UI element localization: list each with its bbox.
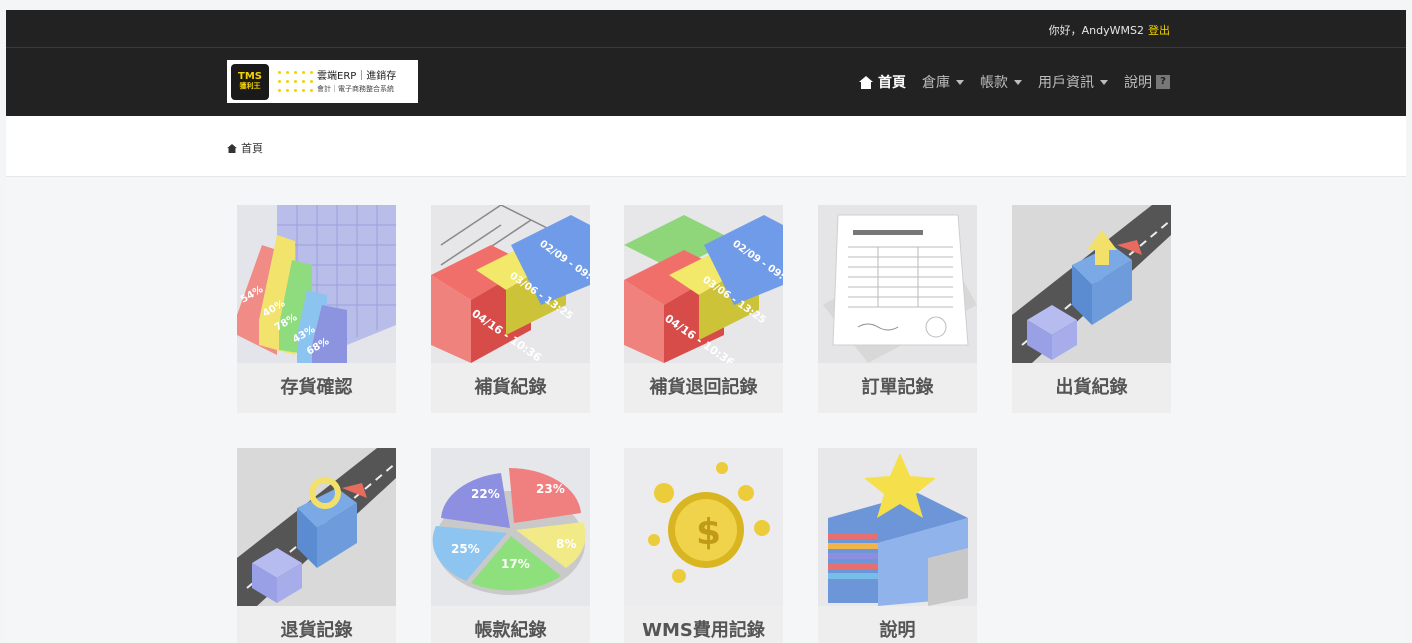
tile-replenish-return-record[interactable]: 04/16 - 10:36 03/06 - 13:25 02/09 - 09:4… (624, 205, 783, 413)
help-question-icon: ? (1156, 75, 1170, 89)
tile-accounts-record[interactable]: 22% 23% 25% 17% 8% 帳款紀錄 (431, 448, 590, 643)
tile-return-record[interactable]: 退貨記錄 (237, 448, 396, 643)
nav-label-warehouse: 倉庫 (922, 75, 950, 91)
logout-link[interactable]: 登出 (1148, 22, 1170, 38)
tile-label: 訂單記錄 (861, 377, 934, 398)
caret-down-icon (956, 79, 964, 85)
tile-label: WMS費用記錄 (642, 620, 765, 641)
tile-label: 退貨記錄 (280, 620, 353, 641)
nav-label-help: 說明 (1124, 75, 1152, 91)
home-icon (227, 143, 237, 153)
svg-text:22%: 22% (471, 487, 500, 501)
nav-item-accounts[interactable]: 帳款 (980, 72, 1022, 92)
main-navbar: TMS 獲利王 雲端ERP｜進銷存 會計｜電子商務整合系統 首頁 倉庫 帳款 用… (6, 48, 1406, 116)
nav-label-home: 首頁 (878, 75, 906, 91)
book-star-icon (818, 448, 977, 606)
tile-shipping-record[interactable]: 出貨紀錄 (1012, 205, 1171, 413)
logo-mark: TMS 獲利王 (231, 63, 269, 100)
order-document-icon (818, 205, 977, 363)
tile-label: 說明 (879, 620, 916, 641)
breadcrumb-home[interactable]: 首頁 (241, 140, 263, 156)
main-nav: 首頁 倉庫 帳款 用戶資訊 說明 ? (843, 72, 1170, 92)
svg-text:$: $ (696, 512, 721, 553)
tile-help[interactable]: 說明 (818, 448, 977, 643)
tile-label: 補貨退回記錄 (649, 377, 758, 398)
tile-label: 帳款紀錄 (474, 620, 547, 641)
svg-text:23%: 23% (536, 482, 565, 496)
logo-dots (275, 68, 315, 96)
tile-wms-fee-record[interactable]: $ WMS費用記錄 (624, 448, 783, 643)
tile-inventory-check[interactable]: 54% 40% 78% 43% 68% 存貨確認 (237, 205, 396, 413)
logo-text: 雲端ERP｜進銷存 會計｜電子商務整合系統 (317, 70, 397, 93)
nav-item-user-info[interactable]: 用戶資訊 (1038, 72, 1108, 92)
nav-label-user-info: 用戶資訊 (1038, 75, 1094, 91)
nav-item-home[interactable]: 首頁 (859, 72, 906, 92)
tile-label: 補貨紀錄 (474, 377, 547, 398)
replenish-return-containers-icon: 04/16 - 10:36 03/06 - 13:25 02/09 - 09:4… (624, 205, 783, 363)
top-utility-bar: 你好，AndyWMS2 登出 (6, 10, 1406, 48)
nav-label-accounts: 帳款 (980, 75, 1008, 91)
caret-down-icon (1014, 79, 1022, 85)
brand-logo[interactable]: TMS 獲利王 雲端ERP｜進銷存 會計｜電子商務整合系統 (227, 60, 418, 103)
replenish-containers-icon: 04/16 - 10:36 03/06 - 13:25 02/09 - 09:4… (431, 205, 590, 363)
return-truck-icon (237, 448, 396, 606)
shipping-truck-icon (1012, 205, 1171, 363)
nav-item-warehouse[interactable]: 倉庫 (922, 72, 964, 92)
svg-text:25%: 25% (451, 542, 480, 556)
tile-label: 出貨紀錄 (1055, 377, 1128, 398)
home-icon (859, 75, 873, 89)
pie-chart-icon: 22% 23% 25% 17% 8% (431, 448, 590, 606)
tile-label: 存貨確認 (280, 377, 353, 398)
svg-text:8%: 8% (556, 537, 576, 551)
user-greeting: 你好，AndyWMS2 (1048, 24, 1144, 37)
inventory-bars-icon: 54% 40% 78% 43% 68% (237, 205, 396, 363)
tile-replenish-record[interactable]: 04/16 - 10:36 03/06 - 13:25 02/09 - 09:4… (431, 205, 590, 413)
caret-down-icon (1100, 79, 1108, 85)
nav-item-help[interactable]: 說明 ? (1124, 72, 1170, 92)
coin-icon: $ (624, 448, 783, 606)
breadcrumb: 首頁 (227, 140, 263, 156)
tile-order-record[interactable]: 訂單記錄 (818, 205, 977, 413)
svg-text:17%: 17% (501, 557, 530, 571)
